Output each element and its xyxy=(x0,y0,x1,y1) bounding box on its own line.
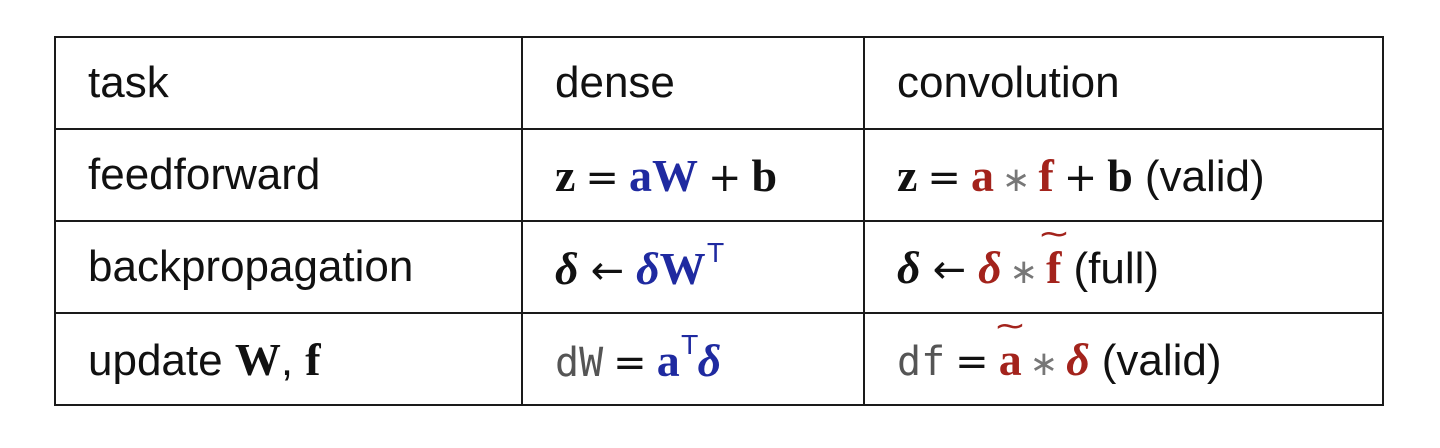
conv-feedforward-formula: z = a ∗ f + b (valid) xyxy=(863,128,1384,222)
mode-note: (full) xyxy=(1073,243,1160,293)
comparison-table: task dense convolution feedforward z = aW +… xyxy=(54,36,1384,406)
conv-backprop-formula: δ←δ∗f(full) xyxy=(863,220,1384,314)
convolution-operator: ∗ xyxy=(1009,251,1039,292)
task-backpropagation: backpropagation xyxy=(54,220,523,314)
symbol-a-flipped: a xyxy=(999,333,1022,386)
symbol-delta: δ xyxy=(897,241,921,293)
table-row: update W, f dW=aTδ df=a∗δ(valid) xyxy=(54,312,1384,406)
table-row: feedforward z = aW + b z = a ∗ f + b (valid) xyxy=(54,128,1384,222)
equals-sign: = xyxy=(955,338,989,385)
symbol-f: f xyxy=(1038,149,1054,201)
plus-sign: + xyxy=(707,154,742,201)
task-update-label: update xyxy=(88,335,223,385)
symbol-delta: δ xyxy=(555,243,579,294)
dense-feedforward-formula: z = aW + b xyxy=(521,128,865,222)
symbol-a: a xyxy=(970,149,994,201)
symbol-f: f xyxy=(305,333,321,385)
symbol-delta: δ xyxy=(1066,333,1090,385)
conv-update-formula: df=a∗δ(valid) xyxy=(863,312,1384,406)
transpose-superscript: T xyxy=(681,331,698,361)
equals-sign: = xyxy=(927,154,961,201)
left-arrow-icon: ← xyxy=(932,246,967,293)
symbol-f-flipped: f xyxy=(1046,241,1061,294)
symbol-W: W xyxy=(234,333,281,385)
page: task dense convolution feedforward z = aW +… xyxy=(0,0,1440,448)
symbol-W: W xyxy=(651,149,698,201)
convolution-operator: ∗ xyxy=(1029,343,1059,384)
convolution-operator: ∗ xyxy=(1001,159,1031,200)
gradient-df: df xyxy=(897,338,946,385)
symbol-W: W xyxy=(659,243,706,294)
symbol-a: a xyxy=(656,335,680,386)
dense-backprop-formula: δ ← δWT xyxy=(521,220,865,314)
left-arrow-icon: ← xyxy=(590,248,625,294)
table-row: backpropagation δ←δWT δ←δ∗f(full) xyxy=(54,220,1384,314)
equals-sign: = xyxy=(613,340,647,386)
equals-sign: = xyxy=(585,154,619,201)
comma: , xyxy=(280,335,294,385)
symbol-delta: δ xyxy=(978,241,1002,293)
symbol-z: z xyxy=(897,149,918,201)
mode-note: (valid) xyxy=(1144,151,1265,201)
header-convolution: convolution xyxy=(863,36,1384,130)
symbol-delta: δ xyxy=(636,243,660,294)
symbol-a: a xyxy=(628,149,652,201)
transpose-superscript: T xyxy=(707,239,724,269)
header-task: task xyxy=(54,36,523,130)
symbol-delta: δ xyxy=(697,335,722,386)
header-row: task dense convolution xyxy=(54,36,1384,130)
mode-note: (valid) xyxy=(1101,335,1222,385)
symbol-z: z xyxy=(555,149,576,201)
gradient-dW: dW xyxy=(555,340,604,386)
task-update: update W, f xyxy=(54,312,523,406)
plus-sign: + xyxy=(1063,154,1098,201)
header-dense: dense xyxy=(521,36,865,130)
symbol-b: b xyxy=(1107,149,1133,201)
dense-update-formula: dW = aTδ xyxy=(521,312,865,406)
symbol-b: b xyxy=(751,149,778,201)
task-feedforward: feedforward xyxy=(54,128,523,222)
